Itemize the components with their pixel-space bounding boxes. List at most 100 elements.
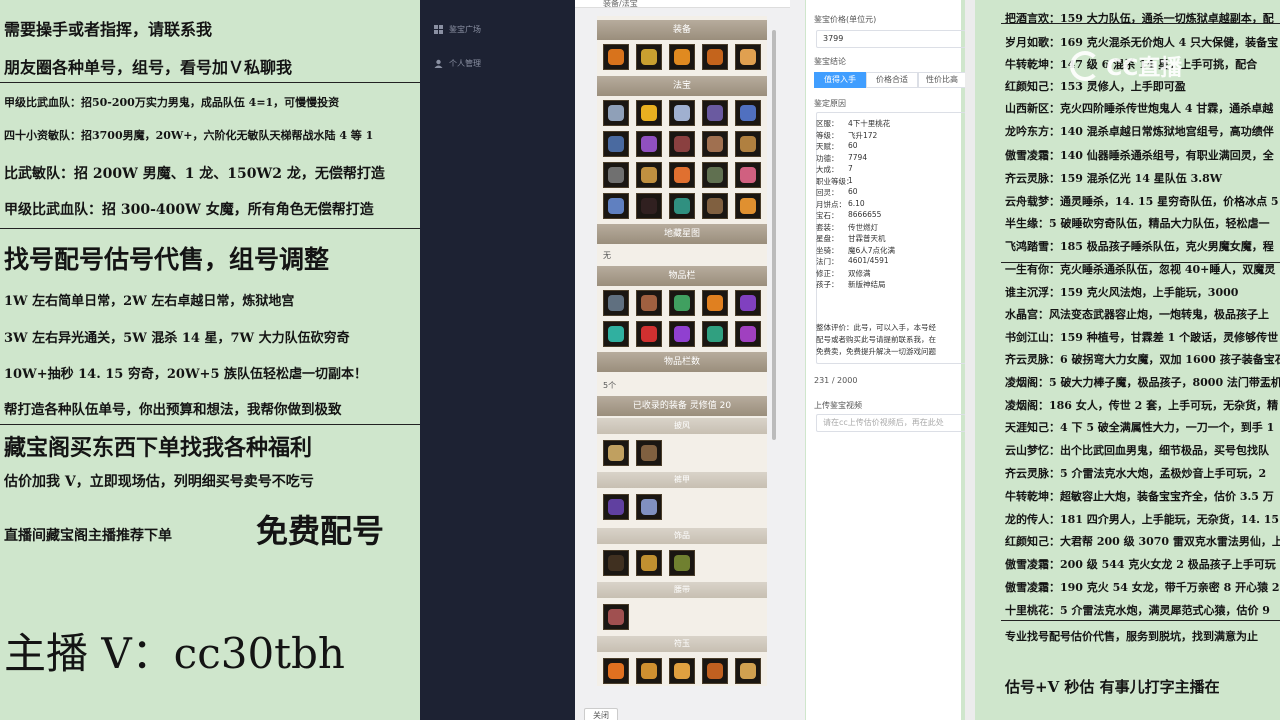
- free-match-text: 免费配号: [256, 512, 385, 550]
- item-slot[interactable]: [603, 550, 629, 576]
- detail-value: 新版神结局: [848, 280, 886, 289]
- sub-pants: 裤甲: [597, 472, 767, 488]
- item-slot[interactable]: [702, 321, 728, 347]
- item-slot[interactable]: [669, 550, 695, 576]
- item-slot[interactable]: [669, 321, 695, 347]
- item-slot[interactable]: [636, 44, 662, 70]
- detail-key: 法门：: [816, 257, 839, 266]
- video-input[interactable]: 请在cc上传估价视频后，再在此处: [816, 414, 966, 432]
- item-slot[interactable]: [735, 321, 761, 347]
- detail-key: 回灵：: [816, 188, 839, 197]
- ad-line: 10W+抽秒 14. 15 穷奇，20W+5 族队伍轻松虐一切副本！: [4, 367, 368, 382]
- detail-value: 7: [848, 164, 853, 173]
- detail-key: 孩子：: [816, 280, 839, 289]
- item-slot[interactable]: [636, 494, 662, 520]
- cc-logo-icon: [1070, 51, 1100, 81]
- breadcrumb: 装备/法宝: [575, 0, 790, 8]
- item-slot[interactable]: [735, 162, 761, 188]
- detail-value: 60: [848, 141, 858, 150]
- ad-line: 傲雪凌霜：200 级 544 克火女龙 2 极品孩子上手可玩 6: [1005, 558, 1280, 571]
- item-slot[interactable]: [603, 604, 629, 630]
- item-slot[interactable]: [669, 193, 695, 219]
- item-slot[interactable]: [702, 162, 728, 188]
- item-slot[interactable]: [636, 100, 662, 126]
- item-slot[interactable]: [669, 290, 695, 316]
- sub-belt: 腰带: [597, 582, 767, 598]
- equipment-panel: 装备 法宝 地藏星图 无 物品栏 物品栏数 5个 已收录的装备 灵修值 20 披…: [597, 16, 767, 686]
- item-slot[interactable]: [603, 44, 629, 70]
- detail-value: 60: [848, 187, 858, 196]
- item-slot[interactable]: [702, 658, 728, 684]
- item-slot[interactable]: [735, 193, 761, 219]
- item-slot[interactable]: [669, 131, 695, 157]
- item-slot[interactable]: [603, 494, 629, 520]
- item-slot[interactable]: [603, 321, 629, 347]
- divider: [1001, 262, 1280, 263]
- item-slot[interactable]: [636, 193, 662, 219]
- detail-row: 套装： 传世燃灯: [816, 222, 878, 233]
- ad-line: 飞鸿踏雪：185 极品孩子睡杀队伍，克火男魔女魔，程: [1005, 240, 1274, 253]
- detail-row: 回灵： 60: [816, 187, 858, 198]
- ad-line: 甲级比武血队：招50-200万实力男鬼，成品队伍 4=1，可慢慢投资: [4, 96, 340, 109]
- ad-line: 傲雪凌霜：140 仙器睡杀通杀组号，有职业满回灵，全: [1005, 149, 1274, 162]
- sub-jewelry: 饰品: [597, 528, 767, 544]
- item-slot[interactable]: [702, 131, 728, 157]
- item-slot[interactable]: [669, 162, 695, 188]
- item-slot[interactable]: [636, 440, 662, 466]
- detail-value: 6.10: [848, 198, 865, 208]
- detail-value: 8666655: [848, 210, 882, 219]
- item-slot[interactable]: [735, 100, 761, 126]
- option-fair-price[interactable]: 价格合适: [866, 72, 918, 88]
- item-slot[interactable]: [735, 44, 761, 70]
- item-slot[interactable]: [603, 440, 629, 466]
- item-slot[interactable]: [735, 131, 761, 157]
- ad-line: 书剑江山：159 种植号，甘霖差 1 个跛话，灵修够传世: [1005, 331, 1279, 344]
- ad-line: 岁月如歌：169 克火混杀无价炮人 4 只大保健，装备宝: [1005, 36, 1279, 49]
- item-slot[interactable]: [636, 162, 662, 188]
- item-slot[interactable]: [603, 193, 629, 219]
- detail-key: 星盘：: [816, 234, 839, 243]
- price-input[interactable]: 3799: [816, 30, 966, 48]
- ad-line: 四十小资敏队：招3700男魔，20W+，六阶化无敏队天梯帮战水陆 4 等 1: [4, 129, 374, 142]
- close-button[interactable]: 关闭: [584, 708, 618, 720]
- sidebar-item-personal[interactable]: 个人管理: [434, 58, 481, 69]
- item-slot[interactable]: [603, 100, 629, 126]
- scrollbar[interactable]: [772, 30, 776, 440]
- option-worth-buying[interactable]: 值得入手: [814, 72, 866, 88]
- item-slot[interactable]: [636, 131, 662, 157]
- sidebar: 鉴宝广场 个人管理: [420, 0, 575, 720]
- detail-row: 等级： 飞升172: [816, 130, 877, 141]
- detail-value: 飞升172: [848, 130, 878, 140]
- item-slot[interactable]: [603, 290, 629, 316]
- detail-key: 宝石：: [816, 211, 839, 220]
- ad-line: 一生有你：克火睡杀通杀队伍，忽视 40+睡人，双魔灵: [1005, 263, 1276, 276]
- item-slot[interactable]: [735, 290, 761, 316]
- extra-value: 5个: [603, 381, 617, 390]
- item-slot[interactable]: [702, 100, 728, 126]
- ad-line: 齐云灵脉：5 介雷法克水大炮，孟极炒音上手可玩，2: [1005, 467, 1267, 480]
- item-slot[interactable]: [669, 44, 695, 70]
- detail-key: 区服：: [816, 119, 839, 128]
- ad-line: 直播间藏宝阁主播推荐下单: [4, 528, 172, 544]
- option-good-value[interactable]: 性价比高: [918, 72, 966, 88]
- item-slot[interactable]: [669, 100, 695, 126]
- item-slot[interactable]: [603, 162, 629, 188]
- item-slot[interactable]: [669, 658, 695, 684]
- item-slot[interactable]: [636, 290, 662, 316]
- item-slot[interactable]: [636, 550, 662, 576]
- item-slot[interactable]: [702, 193, 728, 219]
- item-slot[interactable]: [702, 290, 728, 316]
- item-slot[interactable]: [636, 658, 662, 684]
- ad-headline: 找号配号估号代售，组号调整: [4, 245, 330, 274]
- reason-label: 鉴定原因: [814, 99, 846, 108]
- detail-key: 套装：: [816, 222, 839, 232]
- sub-fuyu: 符玉: [597, 636, 767, 652]
- item-slot[interactable]: [603, 131, 629, 157]
- detail-value: 7794: [848, 152, 868, 162]
- item-slot[interactable]: [636, 321, 662, 347]
- item-slot[interactable]: [702, 44, 728, 70]
- detail-value: 甘霖普天机: [848, 234, 886, 243]
- item-slot[interactable]: [735, 658, 761, 684]
- item-slot[interactable]: [603, 658, 629, 684]
- sidebar-item-appraisal-square[interactable]: 鉴宝广场: [434, 24, 481, 35]
